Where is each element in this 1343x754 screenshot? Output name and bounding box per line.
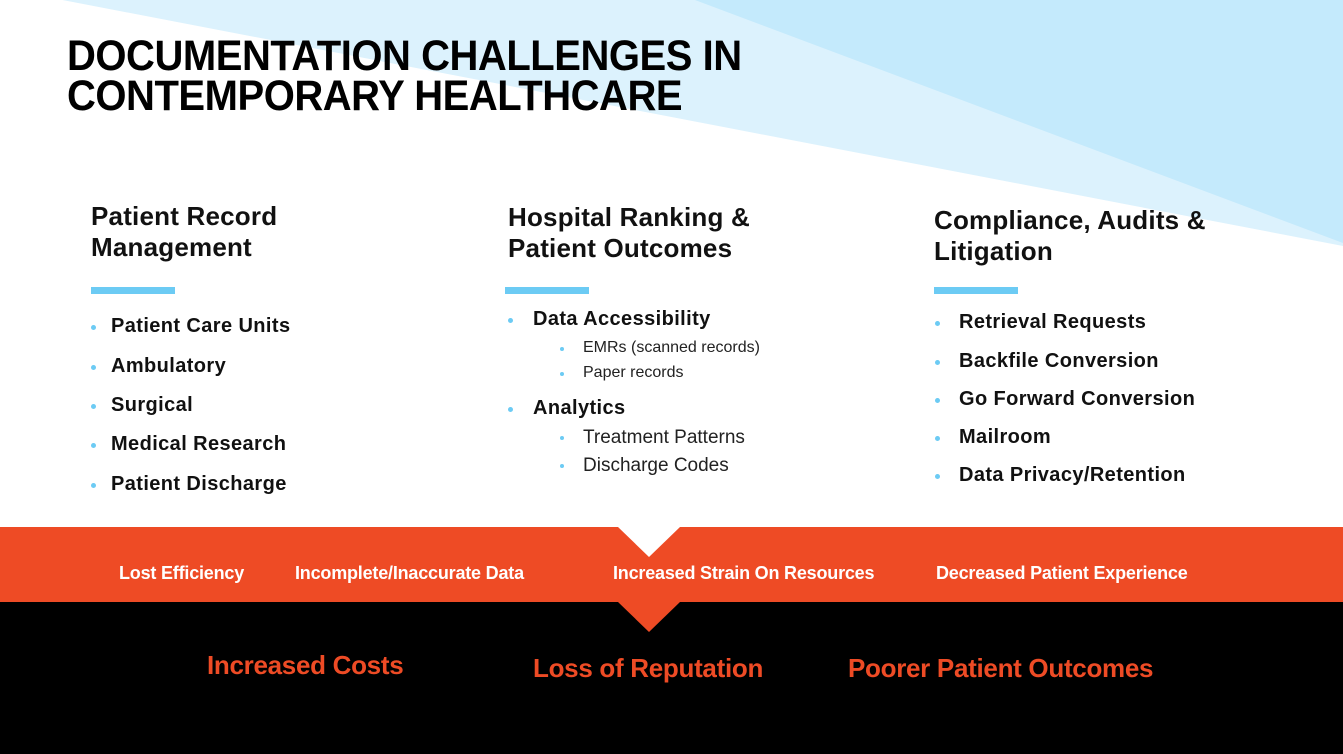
sub-list-item: Paper records bbox=[583, 364, 684, 381]
accent-bar bbox=[91, 287, 175, 294]
outcome-label: Increased Costs bbox=[207, 650, 404, 680]
bullet-dot-icon bbox=[935, 360, 940, 365]
list-item: Analytics bbox=[533, 397, 626, 419]
list-item: Surgical bbox=[111, 394, 194, 416]
list-item: Mailroom bbox=[959, 426, 1052, 448]
sub-list-item: EMRs (scanned records) bbox=[583, 339, 760, 356]
bullet-dot-icon bbox=[935, 474, 940, 479]
column-heading-line: Litigation bbox=[934, 236, 1053, 266]
column-heading: Compliance, Audits & Litigation bbox=[934, 205, 1206, 267]
list-item: Data Accessibility bbox=[533, 308, 711, 330]
column-heading-line: Compliance, Audits & bbox=[934, 205, 1206, 235]
list-item: Patient Care Units bbox=[111, 315, 291, 337]
column-heading-line: Management bbox=[91, 232, 252, 262]
bullet-dot-icon bbox=[560, 372, 564, 376]
bullet-dot-icon bbox=[91, 325, 96, 330]
bullet-dot-icon bbox=[508, 318, 513, 323]
column-heading-line: Patient Outcomes bbox=[508, 233, 733, 263]
impact-label: Decreased Patient Experience bbox=[936, 563, 1188, 583]
column-heading: Patient Record Management bbox=[91, 201, 277, 263]
column-heading: Hospital Ranking & Patient Outcomes bbox=[508, 202, 750, 264]
list-item: Data Privacy/Retention bbox=[959, 464, 1186, 486]
column-heading-line: Patient Record bbox=[91, 201, 278, 231]
list-item: Patient Discharge bbox=[111, 473, 287, 495]
list-item: Go Forward Conversion bbox=[959, 388, 1196, 410]
list-item: Retrieval Requests bbox=[959, 311, 1147, 333]
accent-bar bbox=[934, 287, 1018, 294]
bullet-dot-icon bbox=[935, 321, 940, 326]
outcome-label: Poorer Patient Outcomes bbox=[848, 653, 1154, 683]
slide-title: DOCUMENTATION CHALLENGES IN CONTEMPORARY… bbox=[67, 32, 742, 120]
list-item: Medical Research bbox=[111, 433, 287, 455]
bullet-dot-icon bbox=[91, 443, 96, 448]
sub-list-item: Treatment Patterns bbox=[583, 427, 745, 448]
outcome-label: Loss of Reputation bbox=[533, 653, 764, 683]
bullet-dot-icon bbox=[560, 436, 564, 440]
list-item: Backfile Conversion bbox=[959, 350, 1159, 372]
bullet-dot-icon bbox=[935, 398, 940, 403]
slide-title-line-1: DOCUMENTATION CHALLENGES IN bbox=[67, 32, 742, 80]
bullet-dot-icon bbox=[560, 347, 564, 351]
accent-bar bbox=[505, 287, 589, 294]
bullet-dot-icon bbox=[508, 407, 513, 412]
impact-label: Lost Efficiency bbox=[119, 563, 245, 583]
bullet-dot-icon bbox=[91, 365, 96, 370]
sub-list-item: Discharge Codes bbox=[583, 455, 729, 476]
bullet-dot-icon bbox=[91, 404, 96, 409]
bullet-dot-icon bbox=[91, 483, 96, 488]
bullet-dot-icon bbox=[560, 464, 564, 468]
slide-title-line-2: CONTEMPORARY HEALTHCARE bbox=[67, 72, 683, 120]
impact-label: Increased Strain On Resources bbox=[613, 563, 875, 583]
list-item: Ambulatory bbox=[111, 355, 227, 377]
bullet-dot-icon bbox=[935, 436, 940, 441]
impact-label: Incomplete/Inaccurate Data bbox=[295, 563, 524, 583]
column-heading-line: Hospital Ranking & bbox=[508, 202, 750, 232]
